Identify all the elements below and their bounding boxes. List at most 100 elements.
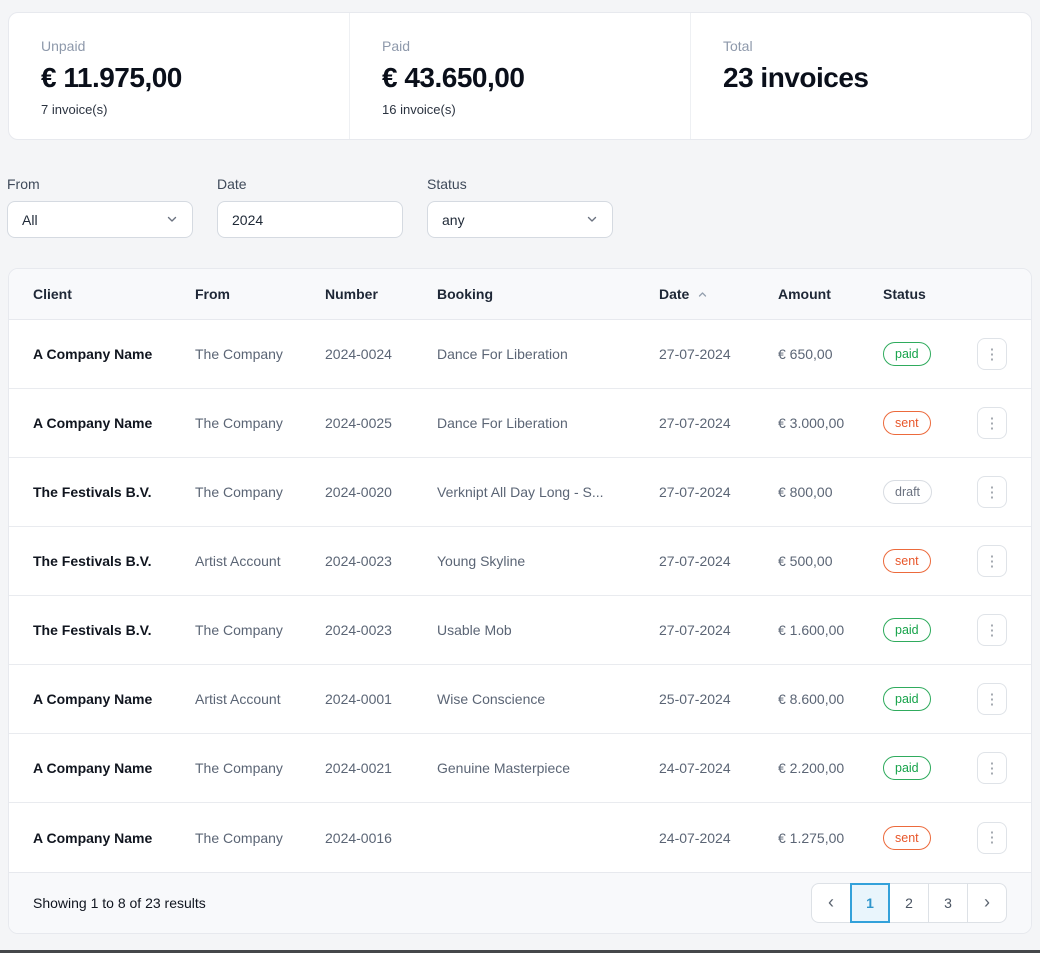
column-header-date[interactable]: Date: [659, 286, 778, 302]
cell-number: 2024-0023: [325, 553, 437, 569]
row-menu-button[interactable]: ⋮: [977, 338, 1007, 370]
cell-client: A Company Name: [33, 760, 195, 776]
column-header-from[interactable]: From: [195, 286, 325, 302]
date-header-label: Date: [659, 286, 689, 302]
chevron-down-icon: [586, 212, 598, 228]
cell-booking: Verknipt All Day Long - S...: [437, 484, 659, 500]
paid-value: € 43.650,00: [382, 61, 658, 95]
cell-status: sent: [883, 826, 975, 850]
column-header-number[interactable]: Number: [325, 286, 437, 302]
cell-status: paid: [883, 618, 975, 642]
table-row[interactable]: A Company Name The Company 2024-0025 Dan…: [9, 389, 1031, 458]
column-header-status[interactable]: Status: [883, 286, 975, 302]
cell-booking: Genuine Masterpiece: [437, 760, 659, 776]
paid-label: Paid: [382, 38, 658, 55]
row-menu-button[interactable]: ⋮: [977, 407, 1007, 439]
page-button-3[interactable]: 3: [928, 883, 968, 923]
sort-asc-icon: [697, 289, 708, 300]
row-menu-button[interactable]: ⋮: [977, 545, 1007, 577]
pagination: ‹ 123 ›: [811, 883, 1007, 923]
cell-actions: ⋮: [977, 407, 1007, 439]
summary-card: Unpaid € 11.975,00 7 invoice(s) Paid € 4…: [8, 12, 1032, 140]
row-menu-button[interactable]: ⋮: [977, 683, 1007, 715]
cell-booking: Dance For Liberation: [437, 415, 659, 431]
cell-from: Artist Account: [195, 691, 325, 707]
cell-booking: Dance For Liberation: [437, 346, 659, 362]
cell-amount: € 500,00: [778, 553, 883, 569]
status-filter-label: Status: [427, 176, 613, 193]
cell-from: The Company: [195, 760, 325, 776]
status-select-value: any: [442, 212, 465, 228]
date-input[interactable]: [232, 212, 388, 228]
row-menu-button[interactable]: ⋮: [977, 752, 1007, 784]
cell-number: 2024-0020: [325, 484, 437, 500]
cell-status: sent: [883, 411, 975, 435]
cell-status: paid: [883, 756, 975, 780]
cell-amount: € 3.000,00: [778, 415, 883, 431]
status-badge: sent: [883, 549, 931, 573]
cell-from: The Company: [195, 830, 325, 846]
chevron-right-icon: ›: [984, 892, 990, 913]
status-badge: paid: [883, 618, 931, 642]
chevron-left-icon: ‹: [828, 892, 834, 913]
filter-bar: From All Date Status any: [0, 176, 1032, 238]
cell-from: The Company: [195, 346, 325, 362]
column-header-client[interactable]: Client: [33, 286, 195, 302]
column-header-booking[interactable]: Booking: [437, 286, 659, 302]
from-select-value: All: [22, 212, 38, 228]
cell-date: 24-07-2024: [659, 760, 778, 776]
table-row[interactable]: A Company Name Artist Account 2024-0001 …: [9, 665, 1031, 734]
kebab-icon: ⋮: [985, 830, 1000, 845]
kebab-icon: ⋮: [985, 623, 1000, 638]
summary-unpaid: Unpaid € 11.975,00 7 invoice(s): [9, 13, 349, 139]
page-button-1[interactable]: 1: [850, 883, 890, 923]
status-badge: sent: [883, 411, 931, 435]
cell-booking: Usable Mob: [437, 622, 659, 638]
kebab-icon: ⋮: [985, 761, 1000, 776]
invoices-table: Client From Number Booking Date Amount S…: [8, 268, 1032, 934]
cell-client: The Festivals B.V.: [33, 484, 195, 500]
cell-booking: Wise Conscience: [437, 691, 659, 707]
table-row[interactable]: The Festivals B.V. Artist Account 2024-0…: [9, 527, 1031, 596]
cell-status: paid: [883, 687, 975, 711]
from-select[interactable]: All: [7, 201, 193, 238]
cell-amount: € 800,00: [778, 484, 883, 500]
table-row[interactable]: The Festivals B.V. The Company 2024-0023…: [9, 596, 1031, 665]
kebab-icon: ⋮: [985, 554, 1000, 569]
cell-actions: ⋮: [977, 338, 1007, 370]
kebab-icon: ⋮: [985, 347, 1000, 362]
table-row[interactable]: The Festivals B.V. The Company 2024-0020…: [9, 458, 1031, 527]
row-menu-button[interactable]: ⋮: [977, 614, 1007, 646]
cell-from: The Company: [195, 484, 325, 500]
prev-page-button[interactable]: ‹: [811, 883, 851, 923]
cell-client: The Festivals B.V.: [33, 553, 195, 569]
cell-from: The Company: [195, 622, 325, 638]
unpaid-label: Unpaid: [41, 38, 317, 55]
table-row[interactable]: A Company Name The Company 2024-0021 Gen…: [9, 734, 1031, 803]
column-header-amount[interactable]: Amount: [778, 286, 883, 302]
status-badge: draft: [883, 480, 932, 504]
date-input-wrap: [217, 201, 403, 238]
cell-client: The Festivals B.V.: [33, 622, 195, 638]
filter-status: Status any: [427, 176, 613, 238]
table-row[interactable]: A Company Name The Company 2024-0024 Dan…: [9, 320, 1031, 389]
table-row[interactable]: A Company Name The Company 2024-0016 24-…: [9, 803, 1031, 872]
status-badge: sent: [883, 826, 931, 850]
cell-amount: € 1.600,00: [778, 622, 883, 638]
cell-actions: ⋮: [977, 822, 1007, 854]
cell-date: 27-07-2024: [659, 346, 778, 362]
cell-client: A Company Name: [33, 691, 195, 707]
status-badge: paid: [883, 342, 931, 366]
results-summary: Showing 1 to 8 of 23 results: [33, 895, 206, 911]
status-select[interactable]: any: [427, 201, 613, 238]
row-menu-button[interactable]: ⋮: [977, 822, 1007, 854]
next-page-button[interactable]: ›: [967, 883, 1007, 923]
page-button-2[interactable]: 2: [889, 883, 929, 923]
cell-status: sent: [883, 549, 975, 573]
chevron-down-icon: [166, 212, 178, 228]
unpaid-count: 7 invoice(s): [41, 102, 317, 117]
cell-status: paid: [883, 342, 975, 366]
table-body: A Company Name The Company 2024-0024 Dan…: [9, 320, 1031, 872]
row-menu-button[interactable]: ⋮: [977, 476, 1007, 508]
filter-date: Date: [217, 176, 403, 238]
